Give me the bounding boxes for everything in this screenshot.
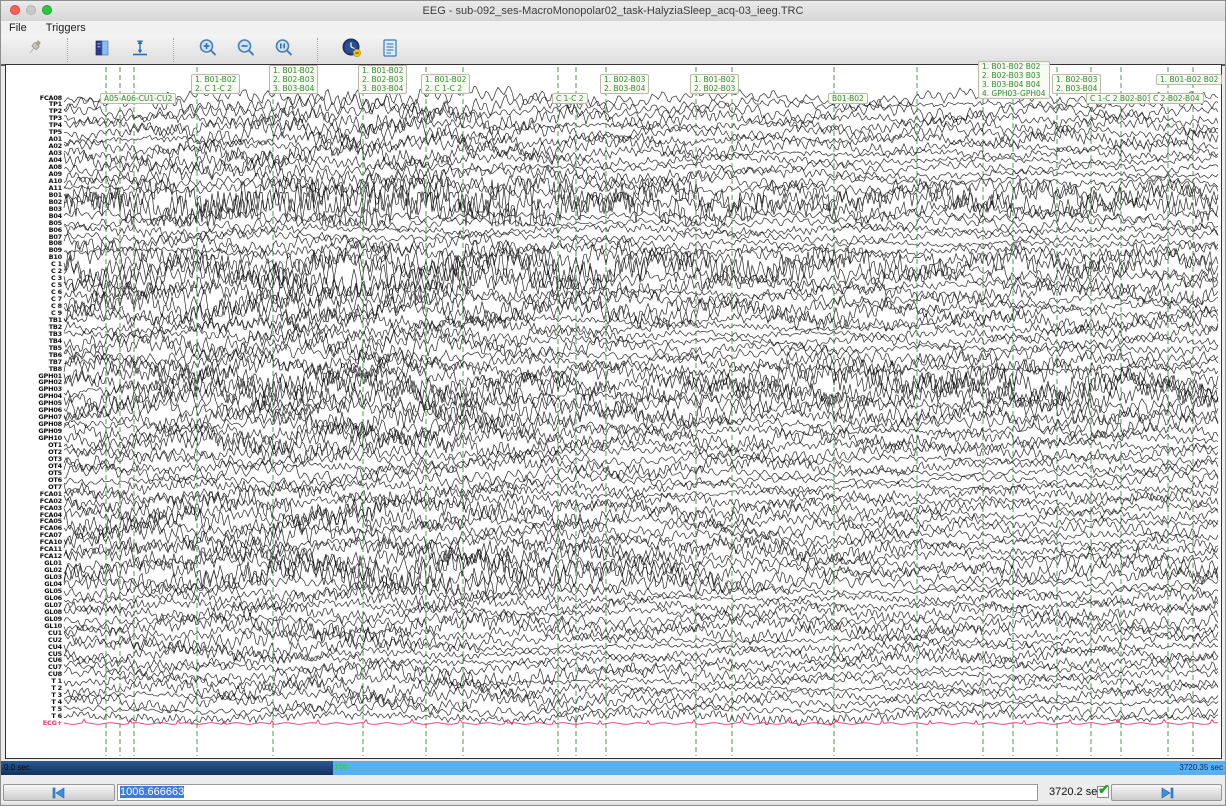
autoscroll-checkbox[interactable]: ✔ — [1097, 781, 1110, 798]
notes-icon — [380, 37, 400, 62]
eeg-trace — [63, 319, 1219, 347]
event-annotation: C 1-C 2 — [552, 93, 588, 104]
timeline-scrollbar[interactable]: 0.0 sec. 100 3720.35 sec — [1, 761, 1225, 775]
pin-icon — [23, 37, 45, 62]
step-back-icon — [52, 786, 65, 799]
zoom-out-button[interactable] — [233, 38, 259, 62]
event-annotation: A05-A06-CU1-CU2 — [100, 93, 177, 104]
montage-button[interactable] — [89, 38, 115, 62]
amplitude-scale-icon — [130, 38, 150, 61]
event-annotation: 1. B01-B02 B02 2. B02-B03 B03 3. B03-B04 B… — [978, 61, 1050, 99]
menubar: File Triggers — [1, 21, 1225, 36]
eeg-trace — [63, 365, 1219, 401]
eeg-trace — [64, 346, 1219, 377]
ecg-trace — [63, 718, 1219, 725]
navigation-bar: 1006.666663 3720.2 sec. ✔ — [1, 781, 1225, 803]
zoom-in-button[interactable] — [195, 38, 221, 62]
montage-icon — [92, 38, 112, 61]
page-back-button[interactable] — [3, 784, 115, 801]
eeg-trace — [63, 559, 1219, 596]
eeg-trace — [63, 101, 1219, 137]
channel-label-ecg+: ECG+ — [42, 719, 62, 727]
eeg-trace — [63, 221, 1219, 239]
event-annotation: 1. B01-B02 2. C 1-C 2 — [191, 74, 241, 94]
event-annotation: C 2-B02-B04 — [1149, 93, 1204, 104]
eeg-trace — [63, 518, 1219, 554]
titlebar: EEG - sub-092_ses-MacroMonopolar02_task-… — [1, 1, 1225, 22]
event-annotation: B01-B02 — [828, 93, 868, 104]
time-position-input[interactable]: 1006.666663 — [117, 784, 1038, 801]
eeg-trace — [63, 497, 1219, 533]
eeg-trace — [63, 660, 1219, 692]
eeg-trace — [63, 690, 1219, 716]
notes-button[interactable] — [377, 38, 403, 62]
app-window: EEG - sub-092_ses-MacroMonopolar02_task-… — [0, 0, 1226, 806]
event-annotation: 1. B01-B02 2. B02-B03 3. B03-B04 — [269, 65, 319, 94]
event-annotation: 1. B02-B03 2. B03-B04 — [1052, 74, 1102, 94]
zoom-default-icon — [273, 37, 295, 62]
timeline-elapsed-bar[interactable] — [1, 761, 333, 775]
zoom-out-icon — [235, 37, 257, 62]
step-forward-icon — [1161, 786, 1173, 799]
eeg-trace — [63, 643, 1219, 665]
zoom-default-button[interactable] — [271, 38, 297, 62]
eeg-trace — [63, 452, 1219, 480]
timeline-position-marker: 100 — [334, 763, 348, 772]
event-annotation: C 1-C 2 B02-B03 — [1086, 93, 1156, 104]
eeg-trace — [63, 177, 1219, 214]
event-annotation: 1. B01-B02 2. C 1-C 2 — [421, 74, 471, 94]
eeg-trace — [63, 701, 1219, 720]
eeg-trace — [63, 658, 1219, 677]
eeg-trace — [63, 422, 1219, 455]
menu-triggers[interactable]: Triggers — [38, 21, 94, 35]
event-annotation: 1. B01-B02 B02 — [1156, 74, 1223, 85]
eeg-traces-canvas[interactable] — [6, 65, 1221, 758]
event-annotation: 1. B01-B02 2. B02-B03 — [690, 74, 740, 94]
eeg-trace — [63, 517, 1219, 542]
pin-button[interactable] — [21, 38, 47, 62]
eeg-trace — [63, 277, 1219, 310]
eeg-trace — [63, 545, 1219, 582]
eeg-trace — [63, 227, 1219, 247]
clock-icon — [340, 37, 364, 62]
timeline-start-label: 0.0 sec. — [4, 763, 33, 772]
eeg-trace-panel[interactable]: FCA08 TP1 TP2 TP3 TP4 TP5 A01 A02 A03 A04 A08 A09 A1… — [5, 61, 1223, 759]
eeg-trace — [63, 428, 1219, 464]
menu-file[interactable]: File — [1, 21, 35, 35]
amplitude-scale-button[interactable] — [127, 38, 153, 62]
event-annotation: 1. B02-B03 2. B03-B04 — [600, 74, 650, 94]
eeg-trace — [63, 240, 1219, 263]
time-position-value: 1006.666663 — [120, 786, 185, 798]
eeg-trace — [63, 569, 1219, 598]
eeg-trace — [63, 417, 1219, 446]
zoom-in-icon — [197, 37, 219, 62]
timeline-end-label: 3720.35 sec — [1179, 763, 1223, 772]
page-forward-button[interactable] — [1111, 784, 1222, 801]
eeg-trace — [63, 621, 1219, 646]
checkmark-icon: ✔ — [1098, 781, 1110, 797]
window-title: EEG - sub-092_ses-MacroMonopolar02_task-… — [422, 5, 804, 17]
event-annotation: 1. B01-B02 2. B02-B03 3. B03-B04 — [358, 65, 408, 94]
clock-button[interactable] — [339, 38, 365, 62]
eeg-trace — [63, 158, 1219, 189]
